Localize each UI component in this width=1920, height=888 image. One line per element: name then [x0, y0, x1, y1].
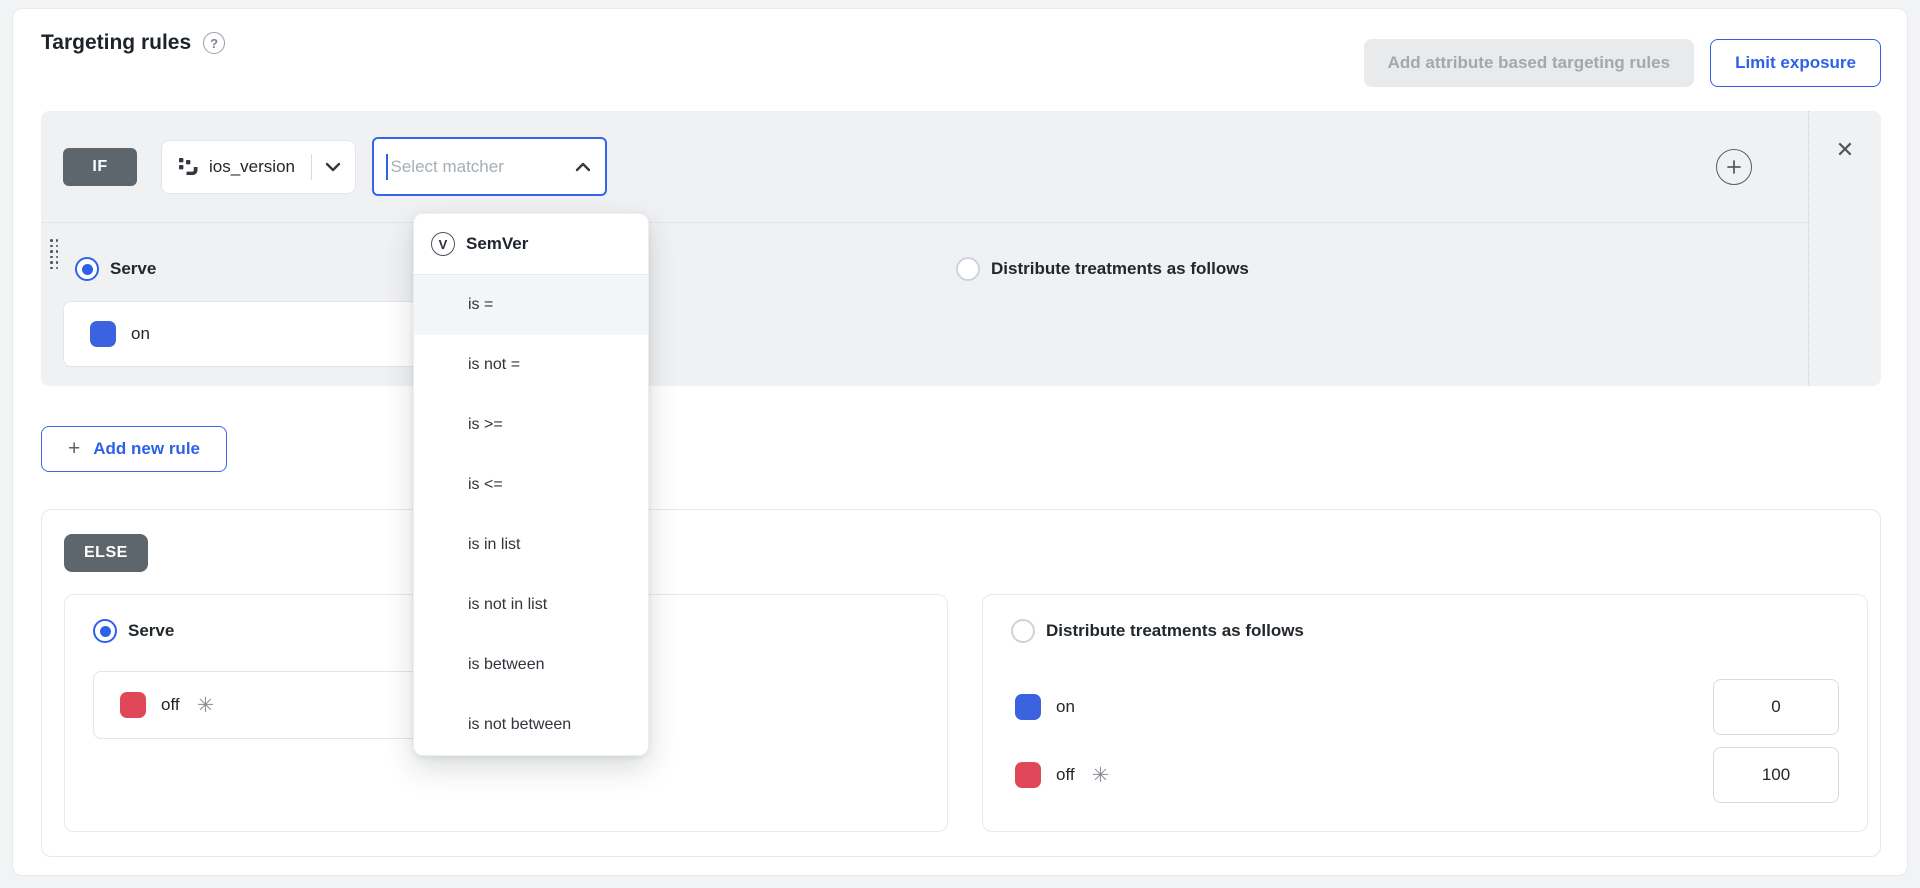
attribute-select-divider [311, 154, 312, 180]
menu-item-is-gte[interactable]: is >= [414, 395, 648, 455]
if-distribute-option: Distribute treatments as follows [956, 257, 1249, 281]
if-serve-option: Serve [75, 257, 156, 281]
add-attribute-rules-button[interactable]: Add attribute based targeting rules [1364, 39, 1694, 87]
distribute-row-on: on [1015, 679, 1839, 735]
treatment-color-swatch [1015, 762, 1041, 788]
page-header: Targeting rules ? [41, 31, 225, 55]
matcher-placeholder: Select matcher [391, 157, 504, 177]
add-condition-icon[interactable] [1716, 149, 1752, 185]
menu-item-is-equal[interactable]: is = [414, 275, 648, 335]
treatment-name: on [131, 324, 150, 344]
chevron-up-icon[interactable] [575, 162, 591, 172]
menu-item-is-lte[interactable]: is <= [414, 455, 648, 515]
chevron-down-icon[interactable] [325, 162, 341, 172]
default-treatment-icon: ✳ [1092, 765, 1110, 786]
matcher-select-input[interactable]: Select matcher [372, 137, 607, 196]
percentage-input-off[interactable] [1713, 747, 1839, 803]
menu-item-is-between[interactable]: is between [414, 635, 648, 695]
distribute-row-off: off ✳ [1015, 747, 1839, 803]
targeting-rules-page: Targeting rules ? Add attribute based ta… [0, 0, 1920, 888]
semver-icon: V [431, 232, 455, 256]
add-new-rule-button[interactable]: + Add new rule [41, 426, 227, 472]
else-distribute-card: Distribute treatments as follows on off … [982, 594, 1868, 832]
if-rule-condition-row: IF ios_version Selec [41, 111, 1808, 223]
delete-rule-icon[interactable]: ✕ [1832, 137, 1858, 163]
else-serve-option: Serve [93, 619, 174, 643]
text-caret [386, 154, 388, 180]
matcher-group-header: V SemVer [414, 214, 648, 275]
treatment-name: on [1056, 697, 1075, 717]
distribute-label: Distribute treatments as follows [991, 259, 1249, 279]
distribute-radio[interactable] [1011, 619, 1035, 643]
serve-radio[interactable] [93, 619, 117, 643]
attribute-type-icon [178, 156, 199, 177]
plus-icon: + [68, 437, 80, 461]
menu-item-is-not-equal[interactable]: is not = [414, 335, 648, 395]
rule-actions-column: ✕ [1808, 111, 1881, 386]
menu-item-is-not-between[interactable]: is not between [414, 695, 648, 755]
if-rule-container: ✕ IF ios_version [41, 111, 1881, 386]
matcher-dropdown-menu: V SemVer is = is not = is >= is <= is in… [413, 213, 649, 756]
menu-item-is-not-in-list[interactable]: is not in list [414, 575, 648, 635]
matcher-group-name: SemVer [466, 234, 528, 254]
menu-item-is-in-list[interactable]: is in list [414, 515, 648, 575]
targeting-rules-card: Targeting rules ? Add attribute based ta… [12, 8, 1908, 876]
page-title: Targeting rules [41, 31, 191, 55]
if-badge: IF [63, 148, 137, 186]
add-new-rule-label: Add new rule [93, 439, 200, 459]
distribute-label: Distribute treatments as follows [1046, 621, 1304, 641]
attribute-select[interactable]: ios_version [161, 140, 356, 194]
percentage-input-on[interactable] [1713, 679, 1839, 735]
treatment-color-swatch [90, 321, 116, 347]
attribute-name: ios_version [209, 157, 295, 177]
serve-radio[interactable] [75, 257, 99, 281]
treatment-color-swatch [120, 692, 146, 718]
drag-handle[interactable] [50, 239, 59, 270]
else-badge: ELSE [64, 534, 148, 572]
header-buttons: Add attribute based targeting rules Limi… [1364, 39, 1881, 87]
treatment-color-swatch [1015, 694, 1041, 720]
default-treatment-icon: ✳ [197, 695, 215, 716]
else-distribute-option: Distribute treatments as follows [1011, 619, 1304, 643]
treatment-name: off [1056, 765, 1075, 785]
else-rule-container: ELSE Serve off ✳ Distribute treatments a… [41, 509, 1881, 857]
serve-label: Serve [128, 621, 174, 641]
limit-exposure-button[interactable]: Limit exposure [1710, 39, 1881, 87]
distribute-radio[interactable] [956, 257, 980, 281]
help-icon[interactable]: ? [203, 32, 225, 54]
treatment-name: off [161, 695, 180, 715]
serve-label: Serve [110, 259, 156, 279]
